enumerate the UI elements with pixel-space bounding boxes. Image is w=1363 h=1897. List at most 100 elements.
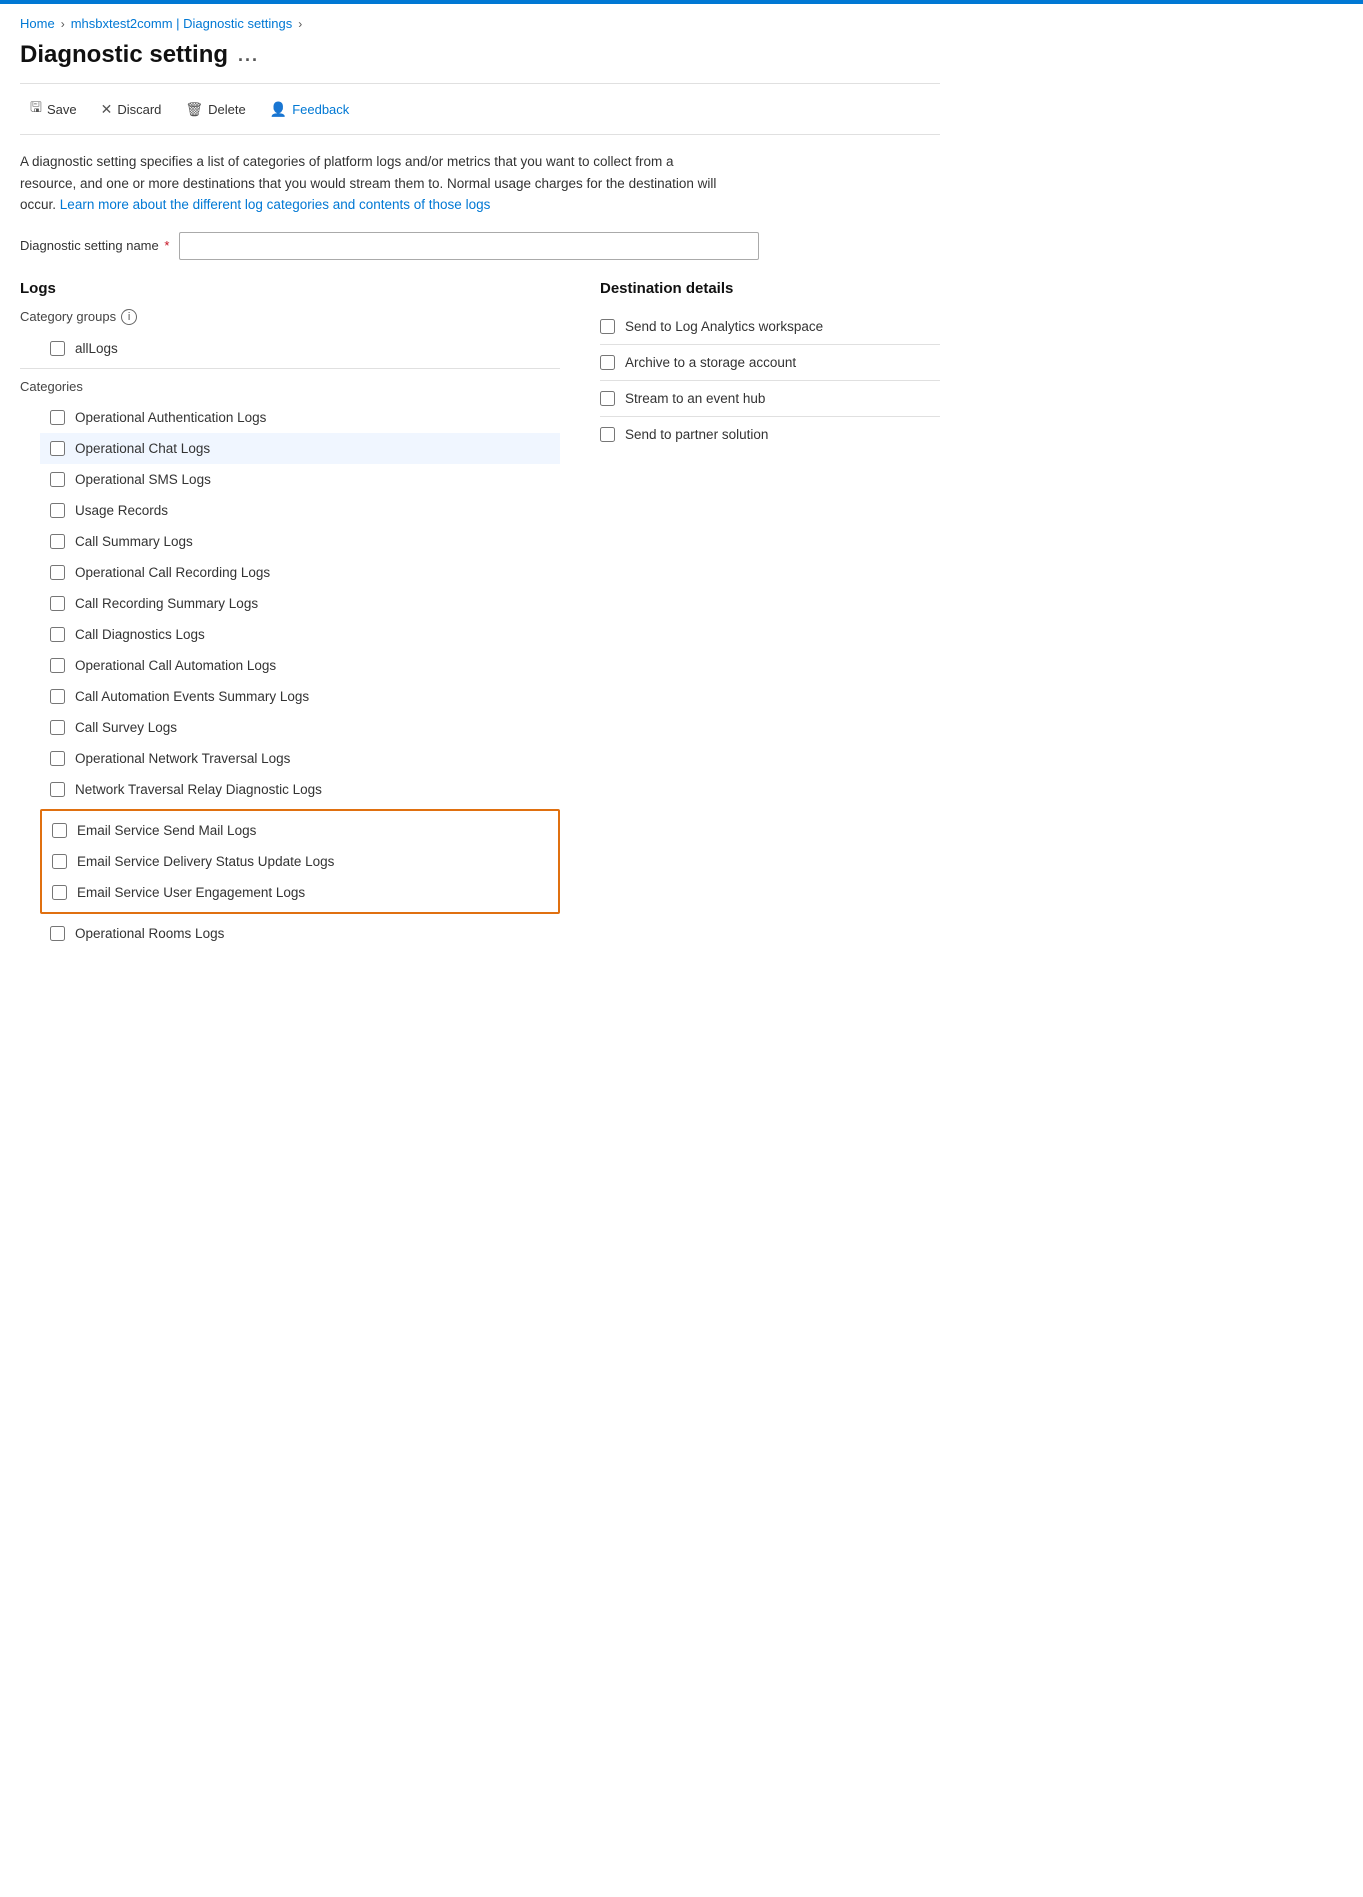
callrecsummary-checkbox[interactable]: [50, 596, 65, 611]
callsurvey-checkbox[interactable]: [50, 720, 65, 735]
list-item[interactable]: Operational SMS Logs: [40, 464, 560, 495]
list-item[interactable]: Operational Network Traversal Logs: [40, 743, 560, 774]
callsummary-label: Call Summary Logs: [75, 534, 193, 549]
nettraversal-label: Operational Network Traversal Logs: [75, 751, 290, 766]
required-indicator: *: [161, 238, 170, 253]
rooms-label: Operational Rooms Logs: [75, 926, 224, 941]
page-title: Diagnostic setting: [20, 41, 228, 69]
alllogs-checkbox[interactable]: [50, 341, 65, 356]
emaildelivery-label: Email Service Delivery Status Update Log…: [77, 854, 334, 869]
callautosummary-checkbox[interactable]: [50, 689, 65, 704]
callautomation-label: Operational Call Automation Logs: [75, 658, 276, 673]
loganalytics-label: Send to Log Analytics workspace: [625, 319, 823, 334]
callsummary-checkbox[interactable]: [50, 534, 65, 549]
setting-name-input[interactable]: [179, 232, 759, 260]
eventhub-label: Stream to an event hub: [625, 391, 765, 406]
emaildelivery-checkbox[interactable]: [52, 854, 67, 869]
list-item[interactable]: Usage Records: [40, 495, 560, 526]
chat-label: Operational Chat Logs: [75, 441, 210, 456]
breadcrumb-resource[interactable]: mhsbxtest2comm | Diagnostic settings: [71, 16, 293, 31]
destination-item[interactable]: Archive to a storage account: [600, 345, 940, 381]
partner-checkbox[interactable]: [600, 427, 615, 442]
breadcrumb-sep1: ›: [61, 17, 65, 31]
alllogs-label: allLogs: [75, 341, 118, 356]
partner-label: Send to partner solution: [625, 427, 768, 442]
main-layout: Logs Category groups i allLogs Categorie…: [20, 280, 940, 949]
storage-label: Archive to a storage account: [625, 355, 796, 370]
list-item[interactable]: Call Automation Events Summary Logs: [40, 681, 560, 712]
usage-checkbox[interactable]: [50, 503, 65, 518]
calldiag-label: Call Diagnostics Logs: [75, 627, 205, 642]
list-item[interactable]: Call Recording Summary Logs: [40, 588, 560, 619]
description-text: A diagnostic setting specifies a list of…: [20, 151, 720, 216]
loganalytics-checkbox[interactable]: [600, 319, 615, 334]
categories-label: Categories: [20, 379, 560, 394]
emailengagement-label: Email Service User Engagement Logs: [77, 885, 305, 900]
destination-item[interactable]: Stream to an event hub: [600, 381, 940, 417]
nettraversal-checkbox[interactable]: [50, 751, 65, 766]
toolbar: 🖫 Save ✕ Discard 🗑 Delete 👤 Feedback: [20, 83, 940, 135]
list-item[interactable]: Network Traversal Relay Diagnostic Logs: [40, 774, 560, 805]
breadcrumb-sep2: ›: [298, 17, 302, 31]
discard-button[interactable]: ✕ Discard: [91, 96, 172, 123]
feedback-label: Feedback: [292, 102, 349, 117]
storage-checkbox[interactable]: [600, 355, 615, 370]
sms-label: Operational SMS Logs: [75, 472, 211, 487]
emailsend-checkbox[interactable]: [52, 823, 67, 838]
breadcrumb: Home › mhsbxtest2comm | Diagnostic setti…: [20, 16, 940, 31]
save-icon: 🖫: [30, 97, 42, 121]
list-item[interactable]: Operational Chat Logs: [40, 433, 560, 464]
auth-label: Operational Authentication Logs: [75, 410, 266, 425]
sms-checkbox[interactable]: [50, 472, 65, 487]
list-item[interactable]: Email Service Send Mail Logs: [42, 815, 558, 846]
alllogs-checkbox-row[interactable]: allLogs: [40, 333, 560, 364]
list-item[interactable]: Operational Authentication Logs: [40, 402, 560, 433]
logs-column: Logs Category groups i allLogs Categorie…: [20, 280, 560, 949]
auth-checkbox[interactable]: [50, 410, 65, 425]
breadcrumb-home[interactable]: Home: [20, 16, 55, 31]
list-item[interactable]: Email Service User Engagement Logs: [42, 877, 558, 908]
callrecording-label: Operational Call Recording Logs: [75, 565, 270, 580]
callrecsummary-label: Call Recording Summary Logs: [75, 596, 258, 611]
callautomation-checkbox[interactable]: [50, 658, 65, 673]
netrelay-label: Network Traversal Relay Diagnostic Logs: [75, 782, 322, 797]
feedback-button[interactable]: 👤 Feedback: [260, 96, 360, 123]
save-label: Save: [47, 102, 77, 117]
callautosummary-label: Call Automation Events Summary Logs: [75, 689, 309, 704]
list-item[interactable]: Operational Call Recording Logs: [40, 557, 560, 588]
page-title-ellipsis[interactable]: ...: [238, 45, 259, 66]
info-icon[interactable]: i: [121, 309, 137, 325]
delete-icon: 🗑: [185, 101, 203, 118]
netrelay-checkbox[interactable]: [50, 782, 65, 797]
usage-label: Usage Records: [75, 503, 168, 518]
discard-label: Discard: [117, 102, 161, 117]
destination-heading: Destination details: [600, 280, 940, 297]
divider-1: [20, 368, 560, 369]
list-item[interactable]: Call Survey Logs: [40, 712, 560, 743]
learn-more-link[interactable]: Learn more about the different log categ…: [60, 197, 491, 212]
logs-heading: Logs: [20, 280, 560, 297]
list-item[interactable]: Call Summary Logs: [40, 526, 560, 557]
eventhub-checkbox[interactable]: [600, 391, 615, 406]
rooms-checkbox[interactable]: [50, 926, 65, 941]
list-item[interactable]: Call Diagnostics Logs: [40, 619, 560, 650]
destination-item[interactable]: Send to partner solution: [600, 417, 940, 452]
setting-name-label: Diagnostic setting name *: [20, 238, 169, 253]
emailsend-label: Email Service Send Mail Logs: [77, 823, 256, 838]
emailengagement-checkbox[interactable]: [52, 885, 67, 900]
list-item[interactable]: Operational Rooms Logs: [40, 918, 560, 949]
save-button[interactable]: 🖫 Save: [20, 92, 87, 126]
list-item[interactable]: Operational Call Automation Logs: [40, 650, 560, 681]
email-service-group: Email Service Send Mail Logs Email Servi…: [40, 809, 560, 914]
categories-list: Operational Authentication Logs Operatio…: [20, 402, 560, 949]
destination-item[interactable]: Send to Log Analytics workspace: [600, 309, 940, 345]
callsurvey-label: Call Survey Logs: [75, 720, 177, 735]
page-title-row: Diagnostic setting ...: [20, 41, 940, 69]
callrecording-checkbox[interactable]: [50, 565, 65, 580]
calldiag-checkbox[interactable]: [50, 627, 65, 642]
delete-button[interactable]: 🗑 Delete: [175, 96, 255, 123]
chat-checkbox[interactable]: [50, 441, 65, 456]
destination-list: Send to Log Analytics workspace Archive …: [600, 309, 940, 452]
list-item[interactable]: Email Service Delivery Status Update Log…: [42, 846, 558, 877]
setting-name-row: Diagnostic setting name *: [20, 232, 940, 260]
